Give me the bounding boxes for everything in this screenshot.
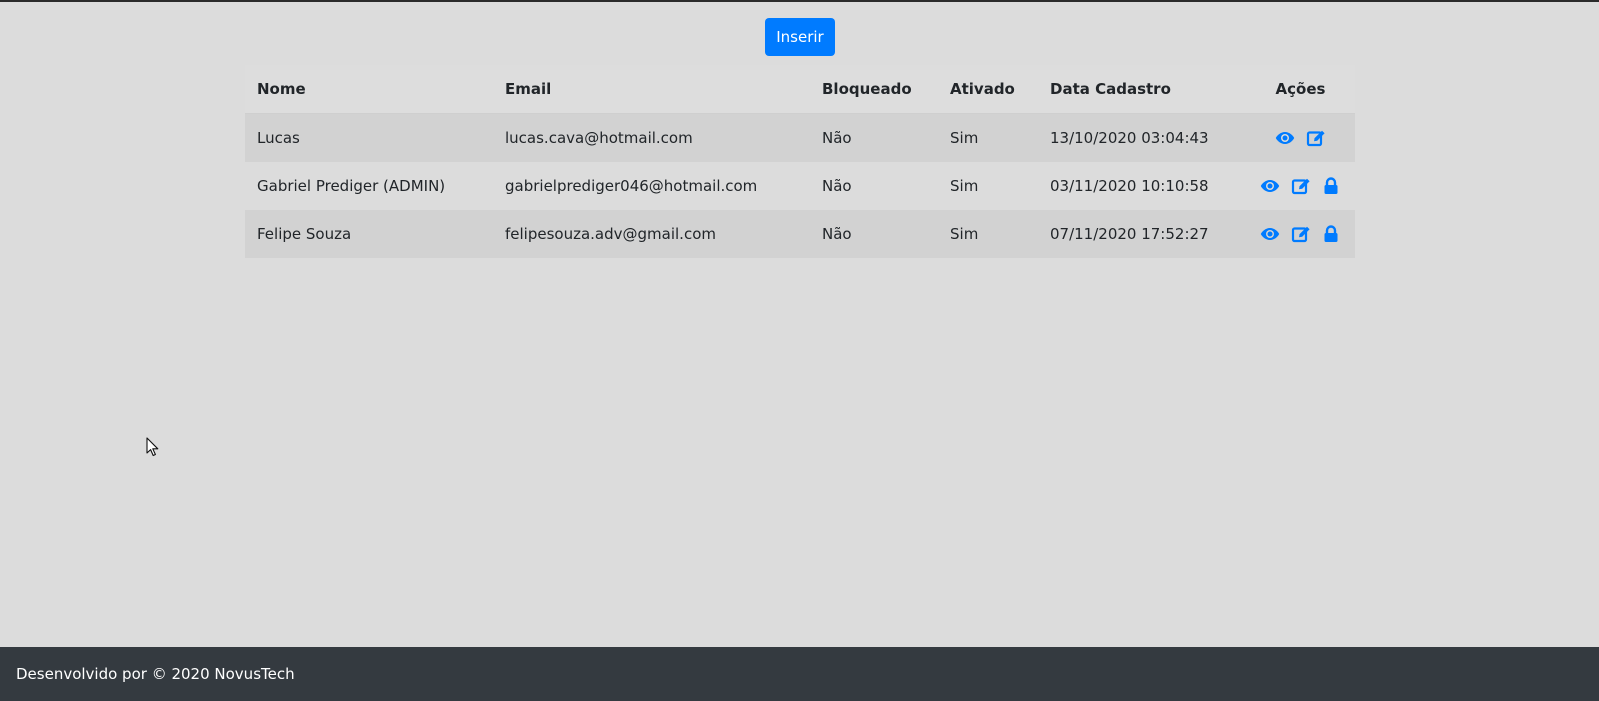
edit-icon[interactable] <box>1291 177 1311 195</box>
cell-email: felipesouza.adv@gmail.com <box>493 210 810 258</box>
cell-created: 13/10/2020 03:04:43 <box>1038 113 1246 162</box>
header-row: Nome Email Bloqueado Ativado Data Cadast… <box>245 65 1355 114</box>
cell-blocked: Não <box>810 113 938 162</box>
footer-text: Desenvolvido por © 2020 NovusTech <box>16 665 295 683</box>
table-row: Gabriel Prediger (ADMIN) gabrielprediger… <box>245 162 1355 210</box>
column-header-actions: Ações <box>1246 65 1355 114</box>
table-body: Lucas lucas.cava@hotmail.com Não Sim 13/… <box>245 113 1355 258</box>
footer: Desenvolvido por © 2020 NovusTech <box>0 647 1599 701</box>
table-row: Felipe Souza felipesouza.adv@gmail.com N… <box>245 210 1355 258</box>
lock-icon[interactable] <box>1321 225 1341 243</box>
cell-created: 03/11/2020 10:10:58 <box>1038 162 1246 210</box>
edit-icon[interactable] <box>1306 129 1326 147</box>
insert-button[interactable]: Inserir <box>765 18 835 56</box>
cell-blocked: Não <box>810 210 938 258</box>
lock-icon[interactable] <box>1321 177 1341 195</box>
cell-active: Sim <box>938 162 1038 210</box>
table-row: Lucas lucas.cava@hotmail.com Não Sim 13/… <box>245 113 1355 162</box>
mouse-cursor-icon <box>146 437 159 457</box>
eye-icon[interactable] <box>1260 225 1280 243</box>
cell-created: 07/11/2020 17:52:27 <box>1038 210 1246 258</box>
cell-actions <box>1246 162 1355 210</box>
cell-name: Felipe Souza <box>245 210 493 258</box>
cell-name: Gabriel Prediger (ADMIN) <box>245 162 493 210</box>
edit-icon[interactable] <box>1291 225 1311 243</box>
cell-name: Lucas <box>245 113 493 162</box>
column-header-created: Data Cadastro <box>1038 65 1246 114</box>
top-border <box>0 0 1599 2</box>
table-header: Nome Email Bloqueado Ativado Data Cadast… <box>245 65 1355 114</box>
column-header-active: Ativado <box>938 65 1038 114</box>
cell-actions <box>1246 113 1355 162</box>
users-table: Nome Email Bloqueado Ativado Data Cadast… <box>245 65 1355 258</box>
column-header-blocked: Bloqueado <box>810 65 938 114</box>
cell-email: lucas.cava@hotmail.com <box>493 113 810 162</box>
column-header-email: Email <box>493 65 810 114</box>
eye-icon[interactable] <box>1260 177 1280 195</box>
cell-blocked: Não <box>810 162 938 210</box>
cell-active: Sim <box>938 113 1038 162</box>
cell-actions <box>1246 210 1355 258</box>
cell-active: Sim <box>938 210 1038 258</box>
column-header-name: Nome <box>245 65 493 114</box>
cell-email: gabrielprediger046@hotmail.com <box>493 162 810 210</box>
eye-icon[interactable] <box>1275 129 1295 147</box>
